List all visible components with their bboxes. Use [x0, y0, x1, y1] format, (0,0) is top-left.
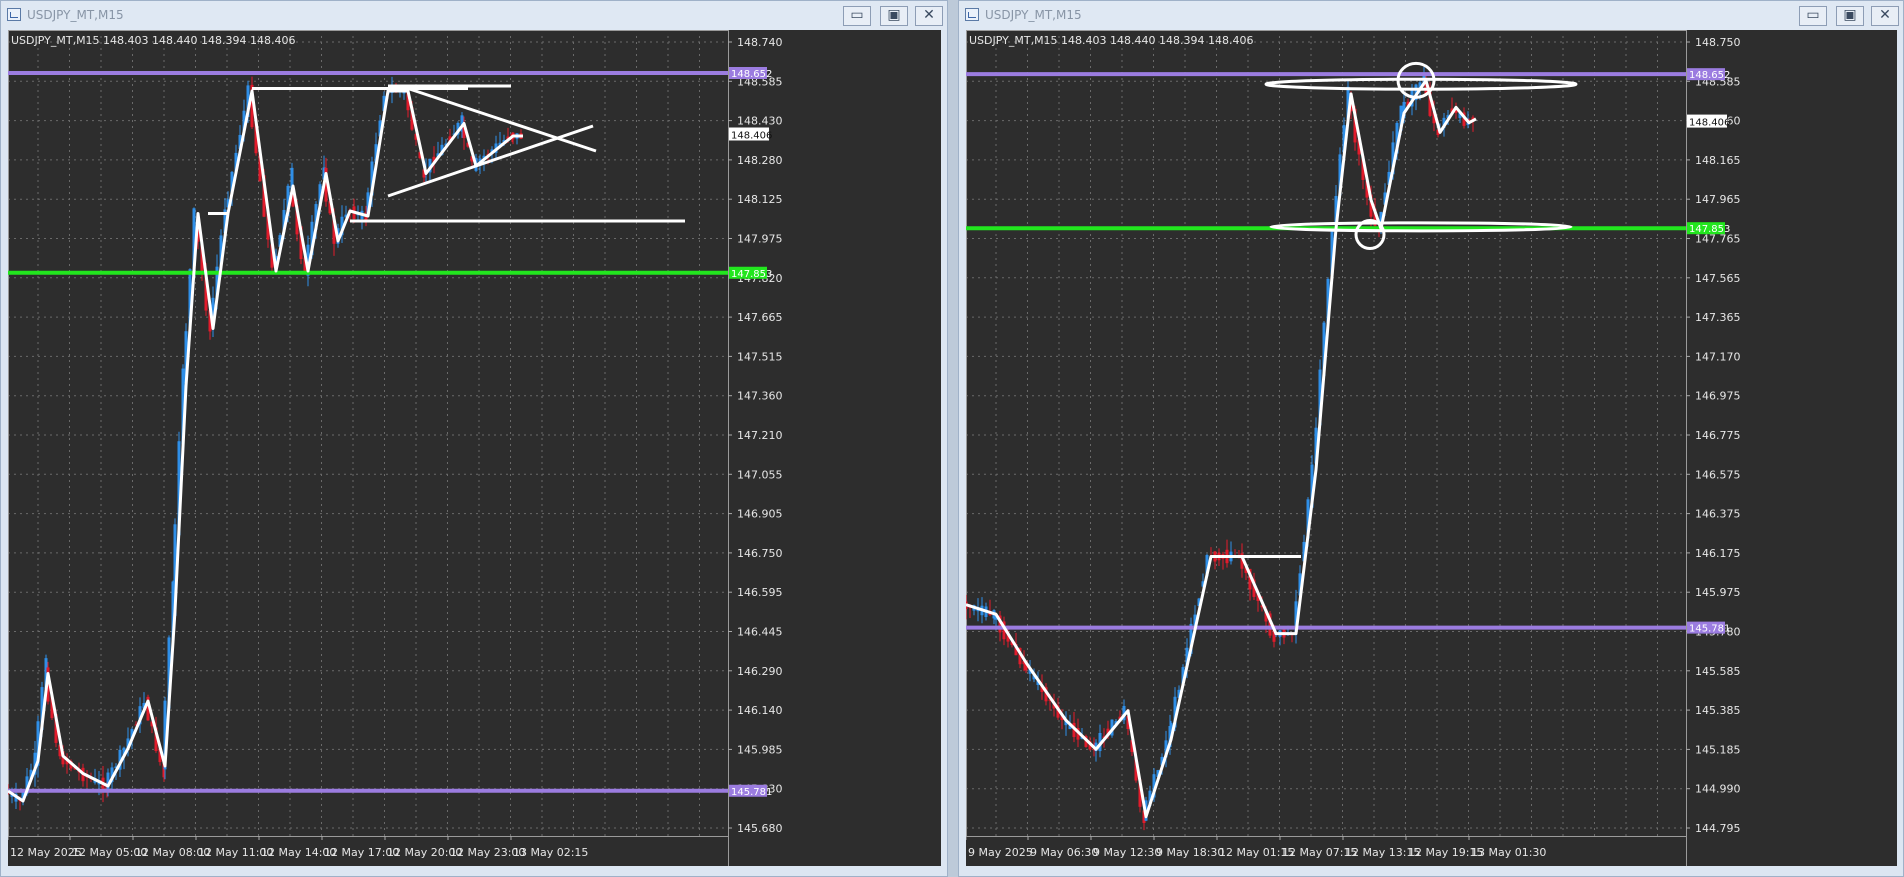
y-tick-label: 145.385 — [1695, 704, 1741, 717]
x-tick-label: 13 May 01:30 — [1471, 846, 1546, 859]
chart-area[interactable]: 148.750148.585148.360148.165147.965147.7… — [966, 30, 1897, 866]
chart-window-right: USDJPY_MT,M15 ▭ ▣ ✕ 148.750148.585148.36… — [958, 0, 1904, 877]
y-tick-label: 148.430 — [737, 115, 783, 128]
y-tick-label: 148.165 — [1695, 154, 1741, 167]
trend-drawing — [966, 78, 1477, 819]
trend-drawing — [8, 89, 523, 803]
x-tick-label: 9 May 18:30 — [1156, 846, 1224, 859]
close-button[interactable]: ✕ — [915, 6, 943, 26]
level-price-label: 147.853 — [731, 269, 772, 280]
y-tick-label: 147.565 — [1695, 272, 1741, 285]
y-tick-label: 146.140 — [737, 704, 783, 717]
x-tick-label: 9 May 12:30 — [1093, 846, 1161, 859]
y-tick-label: 146.290 — [737, 665, 783, 678]
maximize-button[interactable]: ▣ — [1836, 6, 1864, 26]
y-tick-label: 147.965 — [1695, 193, 1741, 206]
level-price-label: 145.781 — [1689, 624, 1730, 635]
y-tick-label: 147.665 — [737, 311, 783, 324]
current-price-label: 148.406 — [1689, 118, 1730, 129]
y-tick-label: 145.585 — [1695, 665, 1741, 678]
maximize-button[interactable]: ▣ — [880, 6, 908, 26]
level-price-label: 147.853 — [1689, 224, 1730, 235]
plot-frame — [8, 30, 729, 837]
window-separator — [948, 0, 958, 877]
y-tick-label: 147.055 — [737, 468, 783, 481]
y-tick-label: 147.975 — [737, 233, 783, 246]
y-tick-label: 148.280 — [737, 154, 783, 167]
chart-app-icon — [7, 8, 21, 21]
x-tick-label: 9 May 2025 — [968, 846, 1033, 859]
y-tick-label: 145.975 — [1695, 586, 1741, 599]
window-title: USDJPY_MT,M15 — [985, 8, 1082, 22]
y-tick-label: 148.125 — [737, 193, 783, 206]
current-price-label: 148.406 — [731, 131, 772, 142]
price-chart-svg[interactable]: 148.750148.585148.360148.165147.965147.7… — [966, 30, 1897, 866]
chart-window-left: USDJPY_MT,M15 ▭ ▣ ✕ 148.740 148.585 148.43… — [0, 0, 948, 877]
y-tick-label: 148.740 — [737, 36, 783, 49]
y-tick-label: 145.185 — [1695, 743, 1741, 756]
level-price-label: 148.652 — [1689, 70, 1730, 81]
y-tick-label: 148.750 — [1695, 36, 1741, 49]
window-title: USDJPY_MT,M15 — [27, 8, 124, 22]
y-tick-label: 145.680 — [737, 822, 783, 835]
y-tick-label: 147.365 — [1695, 311, 1741, 324]
price-chart-svg[interactable]: 148.740148.585148.430148.280148.125147.9… — [8, 30, 941, 866]
y-tick-label: 147.515 — [737, 350, 783, 363]
y-tick-label: 146.575 — [1695, 468, 1741, 481]
x-tick-label: 12 May 2025 — [10, 846, 82, 859]
y-tick-label: 146.775 — [1695, 429, 1741, 442]
close-button[interactable]: ✕ — [1871, 6, 1899, 26]
y-tick-label: 144.990 — [1695, 783, 1741, 796]
y-tick-label: 146.445 — [737, 626, 783, 639]
minimize-button[interactable]: ▭ — [1799, 6, 1827, 26]
symbol-label: USDJPY_MT,M15 148.403 148.440 148.394 14… — [11, 34, 296, 47]
y-tick-label: 145.985 — [737, 743, 783, 756]
y-tick-label: 146.905 — [737, 508, 783, 521]
symbol-label: USDJPY_MT,M15 148.403 148.440 148.394 14… — [969, 34, 1254, 47]
minimize-button[interactable]: ▭ — [843, 6, 871, 26]
title-bar[interactable]: USDJPY_MT,M15 ▭ ▣ ✕ — [959, 1, 1903, 30]
y-tick-label: 146.595 — [737, 586, 783, 599]
y-tick-label: 144.795 — [1695, 822, 1741, 835]
y-tick-label: 147.210 — [737, 429, 783, 442]
drawn-line — [407, 87, 597, 153]
chart-area[interactable]: 148.740 148.585 148.430 148.280 148.125 147.9… — [8, 30, 941, 866]
drawn-ellipse — [1354, 219, 1386, 251]
chart-app-icon — [965, 8, 979, 21]
y-tick-label: 147.170 — [1695, 350, 1741, 363]
x-tick-label: 13 May 02:15 — [513, 846, 588, 859]
level-price-label: 145.781 — [731, 787, 772, 798]
level-price-label: 148.652 — [731, 69, 772, 80]
y-tick-label: 147.360 — [737, 390, 783, 403]
x-tick-label: 9 May 06:30 — [1030, 846, 1098, 859]
y-tick-label: 146.750 — [737, 547, 783, 560]
y-tick-label: 146.175 — [1695, 547, 1741, 560]
y-tick-label: 146.975 — [1695, 390, 1741, 403]
y-tick-label: 146.375 — [1695, 508, 1741, 521]
title-bar[interactable]: USDJPY_MT,M15 ▭ ▣ ✕ — [1, 1, 947, 30]
